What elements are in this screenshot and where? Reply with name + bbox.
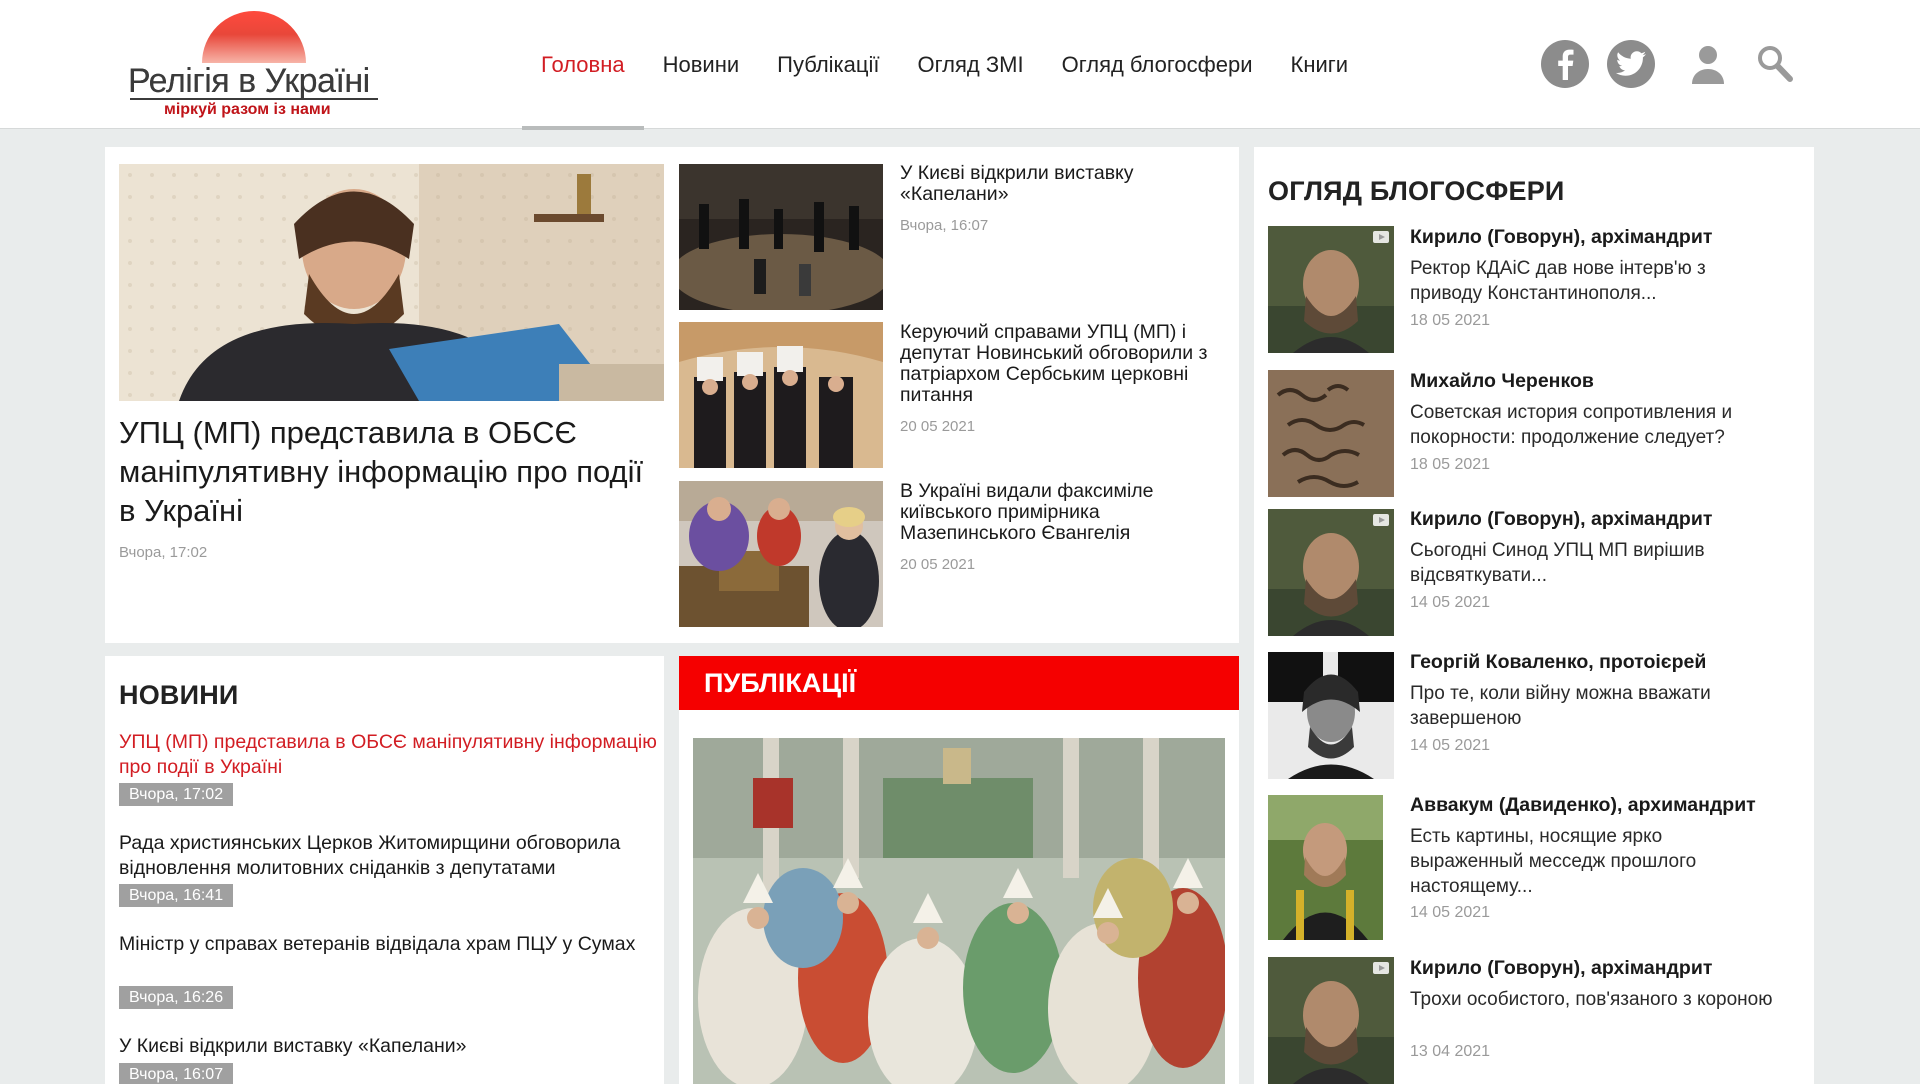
blog-item-2-text[interactable]: Советская история сопротивления и покорн… bbox=[1410, 400, 1780, 450]
side-story-3-date: 20 05 2021 bbox=[900, 556, 976, 573]
blog-item-4-avatar[interactable] bbox=[1268, 652, 1394, 779]
blog-item-6-text[interactable]: Трохи особистого, пов'язаного з короною bbox=[1410, 987, 1780, 1012]
video-badge-icon bbox=[1373, 962, 1389, 974]
nav-item-news[interactable]: Новини bbox=[644, 0, 759, 129]
side-story-1-date: Вчора, 16:07 bbox=[900, 217, 989, 234]
video-badge-icon bbox=[1373, 514, 1389, 526]
blog-item-4-author[interactable]: Георгій Коваленко, протоієрей bbox=[1410, 651, 1706, 674]
blog-item-1-text[interactable]: Ректор КДАіС дав нове інтерв'ю з приводу… bbox=[1410, 256, 1780, 306]
side-story-2-image[interactable] bbox=[679, 322, 883, 468]
blog-item-6-avatar[interactable] bbox=[1268, 957, 1394, 1084]
news-item-1-date: Вчора, 17:02 bbox=[119, 783, 234, 806]
logo-underline bbox=[130, 98, 378, 100]
nav-item-books[interactable]: Книги bbox=[1272, 0, 1368, 129]
news-item-2-title[interactable]: Рада християнських Церков Житомирщини об… bbox=[119, 831, 659, 881]
blog-item-1-author[interactable]: Кирило (Говорун), архімандрит bbox=[1410, 226, 1712, 249]
blog-item-3-author[interactable]: Кирило (Говорун), архімандрит bbox=[1410, 508, 1712, 531]
twitter-icon[interactable] bbox=[1607, 40, 1655, 88]
side-story-3-image[interactable] bbox=[679, 481, 883, 627]
blog-item-1-avatar[interactable] bbox=[1268, 226, 1394, 353]
blog-item-5-avatar[interactable] bbox=[1268, 795, 1383, 940]
facebook-icon[interactable] bbox=[1541, 40, 1589, 88]
nav-item-media-review[interactable]: Огляд ЗМІ bbox=[898, 0, 1042, 129]
blog-item-3-text[interactable]: Сьогодні Синод УПЦ МП вирішив відсвяткув… bbox=[1410, 538, 1780, 588]
site-header: Релігія в Україні міркуй разом із нами Г… bbox=[0, 0, 1920, 130]
hero-date: Вчора, 17:02 bbox=[119, 544, 208, 561]
video-badge-icon bbox=[1373, 231, 1389, 243]
news-item-3-date: Вчора, 16:26 bbox=[119, 986, 234, 1009]
news-item-4-title[interactable]: У Києві відкрили виставку «Капелани» bbox=[119, 1034, 659, 1059]
side-story-1-image[interactable] bbox=[679, 164, 883, 310]
main-nav: Головна Новини Публікації Огляд ЗМІ Огля… bbox=[522, 0, 1368, 130]
blog-item-5-author[interactable]: Аввакум (Давиденко), архимандрит bbox=[1410, 794, 1756, 817]
nav-item-publications[interactable]: Публікації bbox=[758, 0, 898, 129]
blog-item-4-text[interactable]: Про те, коли війну можна вважати заверше… bbox=[1410, 681, 1780, 731]
blog-item-2-avatar[interactable] bbox=[1268, 370, 1394, 497]
blog-item-2-author[interactable]: Михайло Черенков bbox=[1410, 370, 1594, 393]
blog-item-6-date: 13 04 2021 bbox=[1410, 1043, 1491, 1060]
nav-item-blog-review[interactable]: Огляд блогосфери bbox=[1043, 0, 1272, 129]
blog-review-heading: ОГЛЯД БЛОГОСФЕРИ bbox=[1268, 176, 1565, 206]
blog-item-3-avatar[interactable] bbox=[1268, 509, 1394, 636]
side-story-1-title[interactable]: У Києві відкрили виставку «Капелани» bbox=[900, 163, 1230, 205]
site-logo[interactable]: Релігія в Україні міркуй разом із нами bbox=[126, 10, 386, 118]
blog-item-1-date: 18 05 2021 bbox=[1410, 312, 1491, 329]
publications-heading[interactable]: ПУБЛІКАЦІЇ bbox=[679, 656, 1239, 710]
logo-tagline: міркуй разом із нами bbox=[164, 101, 331, 118]
blog-item-5-date: 14 05 2021 bbox=[1410, 904, 1491, 921]
publication-image[interactable] bbox=[693, 738, 1225, 1084]
side-story-3-title[interactable]: В Україні видали факсиміле київського пр… bbox=[900, 481, 1230, 544]
news-heading: НОВИНИ bbox=[119, 680, 239, 710]
hero-title-link[interactable]: УПЦ (МП) представила в ОБСЄ маніпулятивн… bbox=[119, 413, 664, 530]
search-icon[interactable] bbox=[1756, 44, 1794, 84]
news-item-3-title[interactable]: Міністр у справах ветеранів відвідала хр… bbox=[119, 932, 659, 957]
hero-image[interactable] bbox=[119, 164, 664, 401]
blog-item-3-date: 14 05 2021 bbox=[1410, 594, 1491, 611]
side-story-2-date: 20 05 2021 bbox=[900, 418, 976, 435]
user-icon[interactable] bbox=[1690, 44, 1726, 84]
news-item-1-title[interactable]: УПЦ (МП) представила в ОБСЄ маніпулятивн… bbox=[119, 730, 659, 780]
logo-sun-graphic bbox=[202, 11, 306, 63]
blog-item-6-author[interactable]: Кирило (Говорун), архімандрит bbox=[1410, 957, 1712, 980]
blog-item-5-text[interactable]: Есть картины, носящие ярко выраженный ме… bbox=[1410, 824, 1780, 899]
nav-item-home[interactable]: Головна bbox=[522, 0, 644, 130]
blog-item-2-date: 18 05 2021 bbox=[1410, 456, 1491, 473]
news-item-4-date: Вчора, 16:07 bbox=[119, 1063, 234, 1084]
blog-item-4-date: 14 05 2021 bbox=[1410, 737, 1491, 754]
news-item-2-date: Вчора, 16:41 bbox=[119, 884, 234, 907]
side-story-2-title[interactable]: Керуючий справами УПЦ (МП) і депутат Нов… bbox=[900, 322, 1230, 406]
logo-title: Релігія в Україні bbox=[128, 62, 370, 100]
